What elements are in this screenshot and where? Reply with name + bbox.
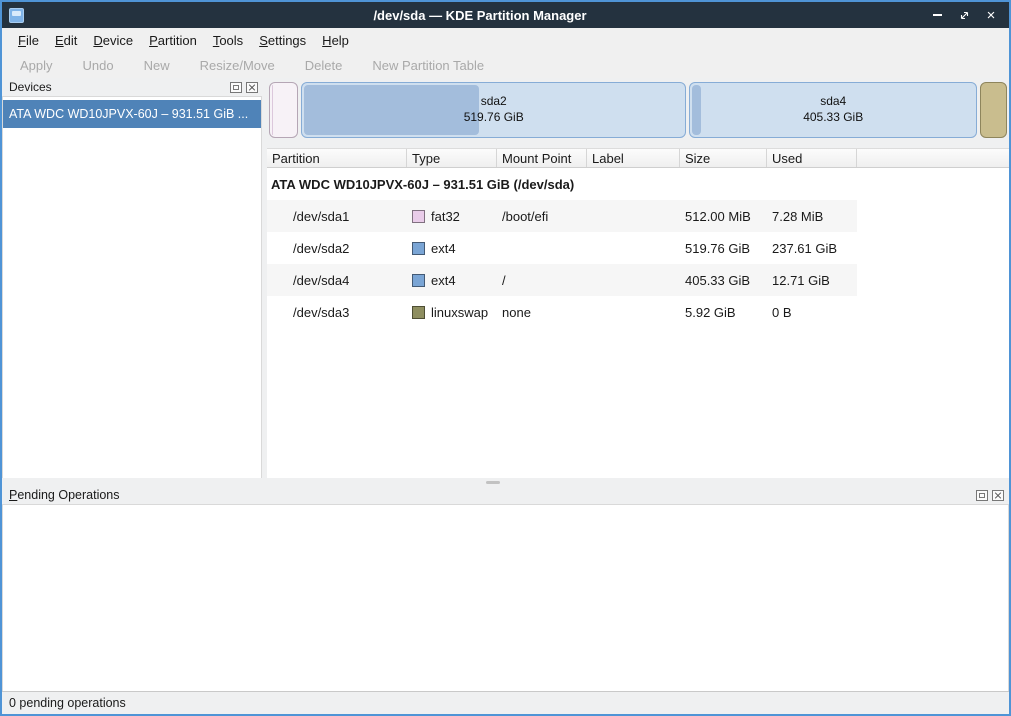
cell-used: 0 B: [767, 305, 857, 320]
cell-partition: /dev/sda3: [267, 305, 407, 320]
table-row-sda4[interactable]: /dev/sda4 ext4 / 405.33 GiB 12.71 GiB: [267, 264, 857, 296]
cell-size: 405.33 GiB: [680, 273, 767, 288]
cell-mount-point: none: [497, 305, 587, 320]
devices-panel-title: Devices: [9, 80, 226, 94]
filesystem-color-swatch: [412, 306, 425, 319]
filesystem-name: fat32: [431, 209, 460, 224]
column-header-filler: [857, 149, 1009, 167]
cell-partition: /dev/sda2: [267, 241, 407, 256]
partition-bar-area: sda2 519.76 GiB sda4 405.33 GiB: [267, 78, 1009, 148]
toolbar: Apply Undo New Resize/Move Delete New Pa…: [2, 52, 1009, 78]
segment-caption: sda4 405.33 GiB: [803, 94, 863, 125]
cell-partition: /dev/sda1: [267, 209, 407, 224]
devices-panel: Devices ATA WDC WD10JPVX-60J – 931.51 Gi…: [2, 78, 262, 478]
statusbar: 0 pending operations: [2, 691, 1009, 714]
new-partition-table-button[interactable]: New Partition Table: [366, 58, 490, 73]
window-title: /dev/sda — KDE Partition Manager: [30, 8, 930, 23]
cell-type: linuxswap: [407, 305, 497, 320]
cell-type: fat32: [407, 209, 497, 224]
segment-size: 519.76 GiB: [464, 110, 524, 126]
splitter-grip: [486, 481, 500, 484]
minimize-icon: [933, 14, 942, 16]
device-group-row[interactable]: ATA WDC WD10JPVX-60J – 931.51 GiB (/dev/…: [267, 168, 857, 200]
cell-size: 519.76 GiB: [680, 241, 767, 256]
partition-segment-sda1[interactable]: [269, 82, 298, 138]
cell-mount-point: /boot/efi: [497, 209, 587, 224]
filesystem-color-swatch: [412, 274, 425, 287]
undo-button[interactable]: Undo: [77, 58, 120, 73]
cell-mount-point: /: [497, 273, 587, 288]
partition-segment-sda3[interactable]: [980, 82, 1007, 138]
cell-type: ext4: [407, 273, 497, 288]
horizontal-splitter[interactable]: [2, 478, 1009, 486]
filesystem-name: ext4: [431, 273, 456, 288]
menu-tools[interactable]: Tools: [205, 31, 251, 50]
cell-used: 7.28 MiB: [767, 209, 857, 224]
menubar: File Edit Device Partition Tools Setting…: [2, 28, 1009, 52]
pending-float-button[interactable]: [976, 490, 988, 501]
partition-segment-sda4[interactable]: sda4 405.33 GiB: [689, 82, 977, 138]
apply-button[interactable]: Apply: [14, 58, 59, 73]
app-icon: [9, 8, 24, 23]
menu-device[interactable]: Device: [85, 31, 141, 50]
pending-operations-header: Pending Operations: [2, 486, 1009, 504]
segment-name: sda2: [464, 94, 524, 110]
table-header: Partition Type Mount Point Label Size Us…: [267, 148, 1009, 168]
column-header-mount-point[interactable]: Mount Point: [497, 149, 587, 167]
column-header-type[interactable]: Type: [407, 149, 497, 167]
pending-close-button[interactable]: [992, 490, 1004, 501]
statusbar-text: 0 pending operations: [9, 696, 126, 710]
table-row-sda1[interactable]: /dev/sda1 fat32 /boot/efi 512.00 MiB 7.2…: [267, 200, 857, 232]
column-header-size[interactable]: Size: [680, 149, 767, 167]
devices-float-button[interactable]: [230, 82, 242, 93]
menu-partition[interactable]: Partition: [141, 31, 205, 50]
partition-segment-sda2[interactable]: sda2 519.76 GiB: [301, 82, 686, 138]
new-button[interactable]: New: [138, 58, 176, 73]
minimize-button[interactable]: [930, 8, 944, 22]
device-list-item-sda[interactable]: ATA WDC WD10JPVX-60J – 931.51 GiB ...: [3, 100, 261, 128]
cell-size: 512.00 MiB: [680, 209, 767, 224]
column-header-label[interactable]: Label: [587, 149, 680, 167]
used-space-overlay: [692, 85, 701, 135]
used-space-overlay: [304, 85, 479, 135]
titlebar: /dev/sda — KDE Partition Manager ×: [2, 2, 1009, 28]
segment-caption: sda2 519.76 GiB: [464, 94, 524, 125]
segment-name: sda4: [803, 94, 863, 110]
menu-help[interactable]: Help: [314, 31, 357, 50]
table-row-sda3[interactable]: /dev/sda3 linuxswap none 5.92 GiB 0 B: [267, 296, 857, 328]
menu-settings[interactable]: Settings: [251, 31, 314, 50]
window-controls: ×: [930, 8, 998, 22]
maximize-icon: [959, 10, 970, 21]
partition-table: Partition Type Mount Point Label Size Us…: [267, 148, 1009, 478]
cell-used: 237.61 GiB: [767, 241, 857, 256]
filesystem-name: linuxswap: [431, 305, 488, 320]
close-icon: ×: [987, 9, 996, 22]
table-row-sda2[interactable]: /dev/sda2 ext4 519.76 GiB 237.61 GiB: [267, 232, 857, 264]
cell-type: ext4: [407, 241, 497, 256]
devices-close-button[interactable]: [246, 82, 258, 93]
menu-edit[interactable]: Edit: [47, 31, 85, 50]
filesystem-color-swatch: [412, 210, 425, 223]
main-area: Devices ATA WDC WD10JPVX-60J – 931.51 Gi…: [2, 78, 1009, 478]
close-button[interactable]: ×: [984, 8, 998, 22]
partition-view: sda2 519.76 GiB sda4 405.33 GiB: [267, 78, 1009, 478]
device-list: ATA WDC WD10JPVX-60J – 931.51 GiB ...: [2, 96, 262, 478]
column-header-partition[interactable]: Partition: [267, 149, 407, 167]
segment-size: 405.33 GiB: [803, 110, 863, 126]
maximize-button[interactable]: [957, 8, 971, 22]
pending-operations-list: [2, 504, 1009, 691]
filesystem-name: ext4: [431, 241, 456, 256]
cell-size: 5.92 GiB: [680, 305, 767, 320]
cell-used: 12.71 GiB: [767, 273, 857, 288]
filesystem-color-swatch: [412, 242, 425, 255]
pending-operations-title: Pending Operations: [9, 488, 972, 502]
cell-partition: /dev/sda4: [267, 273, 407, 288]
delete-button[interactable]: Delete: [299, 58, 349, 73]
app-window: /dev/sda — KDE Partition Manager × File …: [0, 0, 1011, 716]
partition-bar: sda2 519.76 GiB sda4 405.33 GiB: [269, 82, 1007, 138]
devices-panel-header: Devices: [2, 78, 262, 96]
resize-move-button[interactable]: Resize/Move: [194, 58, 281, 73]
menu-file[interactable]: File: [10, 31, 47, 50]
column-header-used[interactable]: Used: [767, 149, 857, 167]
